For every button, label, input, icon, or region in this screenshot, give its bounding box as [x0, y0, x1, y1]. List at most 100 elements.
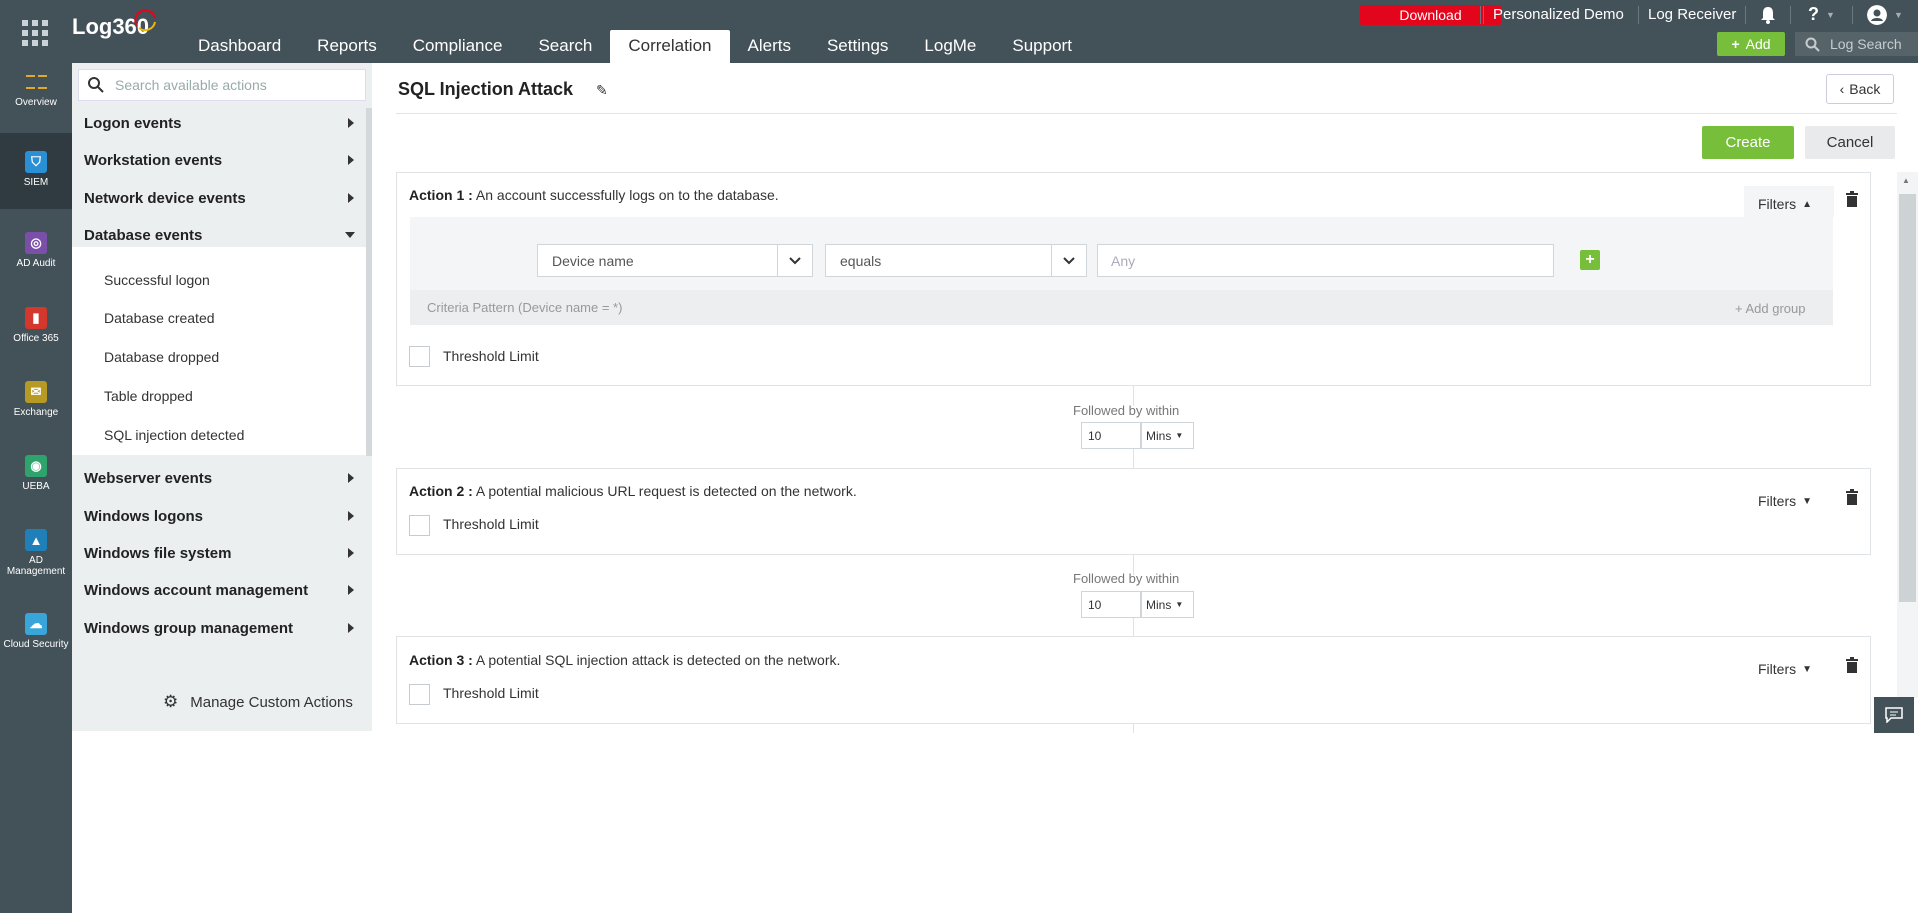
plus-icon: +: [1735, 301, 1746, 316]
nav-compliance[interactable]: Compliance: [395, 30, 521, 63]
user-avatar-icon[interactable]: [1867, 5, 1887, 25]
operator-select[interactable]: equals: [825, 244, 1087, 277]
sidebar-item-cloud-security[interactable]: ☁ Cloud Security: [0, 597, 72, 677]
scroll-up-icon[interactable]: ▲: [1902, 176, 1910, 185]
nav-dashboard[interactable]: Dashboard: [180, 30, 299, 63]
caret-right-icon: [348, 548, 354, 558]
category-workstation-events[interactable]: Workstation events: [84, 152, 222, 169]
search-icon: [88, 77, 104, 93]
sidebar-item-overview[interactable]: Overview: [0, 68, 72, 128]
unit-value: Mins: [1146, 597, 1172, 612]
panel-scrollbar[interactable]: [366, 108, 372, 456]
main-nav: Dashboard Reports Compliance Search Corr…: [180, 30, 1090, 63]
manage-custom-actions-link[interactable]: ⚙ Manage Custom Actions: [163, 692, 353, 712]
nav-search[interactable]: Search: [520, 30, 610, 63]
plus-icon: +: [1731, 36, 1740, 52]
nav-support[interactable]: Support: [994, 30, 1090, 63]
app-grid-icon[interactable]: [22, 20, 48, 46]
chevron-down-icon: [777, 245, 812, 276]
followed-unit-select[interactable]: Mins ▼: [1141, 422, 1194, 449]
divider: [1790, 6, 1791, 24]
action-sql-injection-detected[interactable]: SQL injection detected: [104, 427, 244, 443]
caret-right-icon: [348, 193, 354, 203]
main-scrollbar[interactable]: ▲: [1897, 172, 1918, 698]
log-receiver-link[interactable]: Log Receiver: [1648, 6, 1736, 23]
search-actions-input[interactable]: Search available actions: [78, 69, 366, 101]
nav-reports[interactable]: Reports: [299, 30, 395, 63]
nav-logme[interactable]: LogMe: [906, 30, 994, 63]
personalized-demo-link[interactable]: Personalized Demo: [1493, 6, 1624, 23]
followed-time-input[interactable]: 10: [1081, 422, 1141, 449]
sidebar-item-ueba[interactable]: ◉ UEBA: [0, 439, 72, 509]
edit-pencil-icon[interactable]: ✎: [596, 82, 608, 99]
nav-correlation[interactable]: Correlation: [610, 30, 730, 63]
sidebar-item-label: UEBA: [22, 481, 50, 492]
action-successful-logon[interactable]: Successful logon: [104, 272, 210, 288]
category-database-events[interactable]: Database events: [84, 227, 202, 244]
action-card-2: [396, 468, 1871, 555]
filters-toggle-2[interactable]: Filters ▼: [1758, 493, 1812, 509]
back-button[interactable]: ‹ Back: [1826, 74, 1894, 104]
category-logon-events[interactable]: Logon events: [84, 115, 182, 132]
chevron-down-icon: ▼: [1894, 10, 1903, 20]
sidebar-item-exchange[interactable]: ✉ Exchange: [0, 365, 72, 435]
category-network-device-events[interactable]: Network device events: [84, 190, 246, 207]
help-icon[interactable]: ?: [1808, 4, 1819, 25]
category-windows-logons[interactable]: Windows logons: [84, 508, 203, 525]
trash-icon[interactable]: [1845, 657, 1859, 673]
chevron-down-icon: [1051, 245, 1086, 276]
filters-label: Filters: [1758, 493, 1797, 509]
followed-unit-select[interactable]: Mins ▼: [1141, 591, 1194, 618]
nav-settings[interactable]: Settings: [809, 30, 906, 63]
action-database-dropped[interactable]: Database dropped: [104, 349, 219, 365]
action-label: Action 1 :: [409, 187, 473, 203]
action-table-dropped[interactable]: Table dropped: [104, 388, 193, 404]
divider: [1745, 6, 1746, 24]
trash-icon[interactable]: [1845, 191, 1859, 207]
category-windows-group-management[interactable]: Windows group management: [84, 620, 293, 637]
unit-value: Mins: [1146, 428, 1172, 443]
caret-right-icon: [348, 118, 354, 128]
cancel-button[interactable]: Cancel: [1805, 126, 1895, 159]
add-group-button[interactable]: + Add group: [1735, 301, 1806, 316]
filters-toggle-3[interactable]: Filters ▼: [1758, 661, 1812, 677]
action-3-header: Action 3 : A potential SQL injection att…: [409, 652, 840, 668]
threshold-label: Threshold Limit: [443, 348, 539, 364]
nav-alerts[interactable]: Alerts: [730, 30, 809, 63]
divider: [396, 113, 1897, 114]
chevron-left-icon: ‹: [1839, 81, 1845, 97]
filters-label: Filters: [1758, 661, 1797, 677]
trash-icon[interactable]: [1845, 489, 1859, 505]
sidebar-item-office365[interactable]: ▮ Office 365: [0, 291, 72, 361]
field-select[interactable]: Device name: [537, 244, 813, 277]
divider: [1483, 6, 1484, 24]
overview-icon: [25, 71, 47, 93]
sidebar-item-siem[interactable]: ⛉ SIEM: [0, 133, 72, 209]
create-button[interactable]: Create: [1702, 126, 1794, 159]
manage-label: Manage Custom Actions: [190, 693, 353, 711]
scrollbar-thumb[interactable]: [1899, 194, 1916, 602]
log-search-placeholder: Log Search: [1830, 36, 1902, 52]
followed-by-label: Followed by within: [1073, 403, 1180, 418]
category-windows-file-system[interactable]: Windows file system: [84, 545, 231, 562]
office-icon: ▮: [25, 307, 47, 329]
add-button[interactable]: + Add: [1717, 32, 1785, 56]
bell-icon[interactable]: [1759, 5, 1777, 25]
threshold-checkbox-3[interactable]: [409, 684, 430, 705]
action-label: Action 2 :: [409, 483, 473, 499]
filters-toggle-1[interactable]: Filters ▲: [1758, 196, 1812, 212]
followed-time-input[interactable]: 10: [1081, 591, 1141, 618]
add-group-label: Add group: [1745, 301, 1806, 316]
chat-icon[interactable]: [1874, 697, 1914, 733]
sidebar-item-ad-audit[interactable]: ◎ AD Audit: [0, 216, 72, 286]
category-webserver-events[interactable]: Webserver events: [84, 470, 212, 487]
action-database-created[interactable]: Database created: [104, 310, 215, 326]
sidebar-item-ad-management[interactable]: ▲ AD Management: [0, 513, 72, 593]
log-search-input[interactable]: Log Search: [1795, 32, 1918, 56]
threshold-checkbox-2[interactable]: [409, 515, 430, 536]
threshold-checkbox-1[interactable]: [409, 346, 430, 367]
logo-swoosh-icon: [134, 9, 156, 32]
add-criteria-plus-icon[interactable]: +: [1580, 250, 1600, 270]
category-windows-account-management[interactable]: Windows account management: [84, 582, 308, 599]
value-input[interactable]: Any: [1097, 244, 1554, 277]
